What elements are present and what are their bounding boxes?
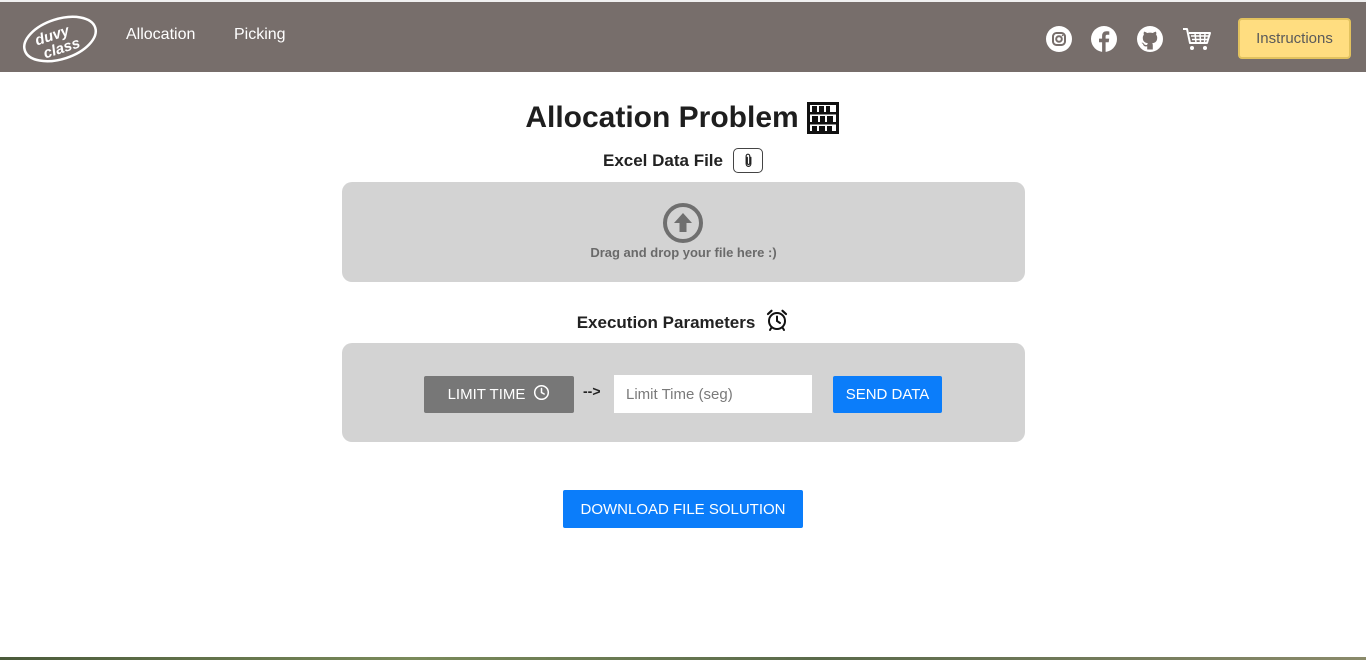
excel-data-file-label: Excel Data File <box>0 148 1366 173</box>
shelf-icon <box>805 100 841 136</box>
facebook-icon[interactable] <box>1090 25 1118 53</box>
execution-parameters-label: Execution Parameters <box>0 308 1366 337</box>
instructions-button[interactable]: Instructions <box>1238 18 1351 59</box>
navbar: duvy class Allocation Picking Instructio… <box>0 0 1366 72</box>
send-data-button[interactable]: SEND DATA <box>833 376 942 413</box>
alarm-clock-icon <box>765 308 789 337</box>
execution-parameters-panel: LIMIT TIME --> SEND DATA <box>342 343 1025 442</box>
upload-arrow-icon <box>662 202 704 244</box>
arrow-text: --> <box>583 383 601 399</box>
dropzone-text: Drag and drop your file here :) <box>590 245 777 260</box>
limit-time-label: LIMIT TIME <box>424 376 574 413</box>
github-icon[interactable] <box>1136 25 1164 53</box>
nav-link-allocation[interactable]: Allocation <box>126 26 195 44</box>
instagram-icon[interactable] <box>1045 25 1073 53</box>
limit-time-input[interactable] <box>614 375 812 413</box>
clock-icon <box>533 384 550 405</box>
limit-time-text: LIMIT TIME <box>447 386 526 403</box>
paperclip-icon <box>733 148 763 173</box>
page-title: Allocation Problem <box>0 100 1366 136</box>
page-title-text: Allocation Problem <box>525 101 799 134</box>
file-dropzone[interactable]: Drag and drop your file here :) <box>342 182 1025 282</box>
cart-icon[interactable] <box>1181 25 1213 53</box>
execution-parameters-text: Execution Parameters <box>576 312 756 332</box>
nav-link-picking[interactable]: Picking <box>234 26 286 44</box>
duvy-class-logo[interactable]: duvy class <box>20 13 100 65</box>
excel-data-file-text: Excel Data File <box>602 150 723 170</box>
download-file-solution-button[interactable]: DOWNLOAD FILE SOLUTION <box>563 490 803 528</box>
